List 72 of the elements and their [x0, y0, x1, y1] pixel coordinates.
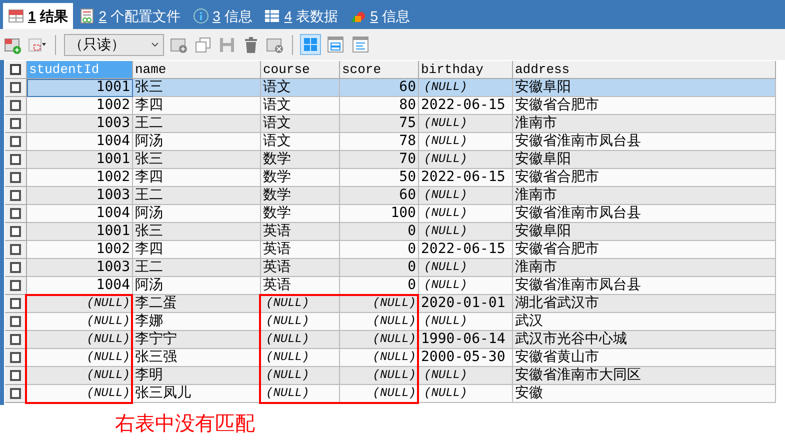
table-row[interactable]: (NULL) 李娜 (NULL) (NULL) (NULL) 武汉 [5, 313, 776, 331]
table-cell: (NULL) [261, 385, 340, 403]
table-cell: 安徽 [513, 385, 776, 403]
add-row-icon[interactable] [4, 36, 22, 54]
table-row[interactable]: 1003 王二 英语 0 (NULL) 淮南市 [5, 259, 776, 277]
table-row[interactable]: (NULL) 张三强 (NULL) (NULL) 2000-05-30 安徽省黄山市 [5, 349, 776, 367]
row-checkbox[interactable] [10, 82, 21, 93]
row-checkbox[interactable] [10, 100, 21, 111]
table-row[interactable]: 1002 李四 语文 80 2022-06-15 安徽省合肥市 [5, 97, 776, 115]
row-checkbox[interactable] [10, 262, 21, 273]
form-view-icon[interactable] [326, 35, 345, 54]
tab[interactable]: 5 信息 [344, 3, 416, 29]
row-checkbox[interactable] [10, 334, 21, 345]
table-row[interactable]: (NULL) 李宁宁 (NULL) (NULL) 1990-06-14 武汉市光谷中心城 [5, 331, 776, 349]
table-row[interactable]: 1003 王二 数学 60 (NULL) 淮南市 [5, 187, 776, 205]
tab[interactable]: 1 结果 [3, 3, 73, 29]
table-row[interactable]: 1004 阿汤 英语 0 (NULL) 安徽省淮南市凤台县 [5, 277, 776, 295]
document-icon [78, 8, 95, 24]
table-icon [8, 8, 24, 24]
copy-icon[interactable] [194, 36, 212, 54]
row-checkbox[interactable] [10, 190, 21, 201]
row-checkbox[interactable] [10, 208, 21, 219]
info-icon [192, 8, 209, 24]
mode-dropdown[interactable]: （只读） [64, 34, 164, 56]
table-cell: (NULL) [27, 385, 133, 403]
tab[interactable]: 4 表数据 [258, 3, 344, 29]
table-cell: (NULL) [419, 385, 513, 403]
row-checkbox[interactable] [10, 352, 21, 363]
annotation-text: 右表中没有匹配 [115, 410, 255, 437]
table-cell: 张三凤儿 [133, 385, 261, 403]
table-cell: 1001 [27, 79, 133, 97]
trash-icon[interactable] [242, 36, 260, 54]
row-checkbox[interactable] [10, 316, 21, 327]
row-checkbox[interactable] [10, 388, 21, 399]
table-row[interactable]: 1002 李四 英语 0 2022-06-15 安徽省合肥市 [5, 241, 776, 259]
table-row[interactable]: 1004 阿汤 数学 100 (NULL) 安徽省淮南市凤台县 [5, 205, 776, 223]
text-view-icon[interactable] [351, 35, 370, 54]
tab[interactable]: 2 个配置文件 [72, 3, 187, 29]
row-checkbox[interactable] [10, 370, 21, 381]
table-cell: (NULL) [340, 385, 419, 403]
table-cell: 0 [340, 277, 419, 295]
table-row[interactable]: 1004 阿汤 语文 78 (NULL) 安徽省淮南市凤台县 [5, 133, 776, 151]
table-row[interactable]: 1001 张三 语文 60 (NULL) 安徽阜阳 [5, 79, 776, 97]
table-row[interactable]: (NULL) 李明 (NULL) (NULL) (NULL) 安徽省淮南市大同区 [5, 367, 776, 385]
row-checkbox[interactable] [10, 118, 21, 129]
column-header[interactable]: course [261, 61, 340, 79]
table-row[interactable]: 1001 张三 数学 70 (NULL) 安徽阜阳 [5, 151, 776, 169]
insert-row-icon[interactable] [170, 36, 188, 54]
row-checkbox[interactable] [10, 154, 21, 165]
tab[interactable]: 3 信息 [186, 3, 258, 29]
select-all-checkbox[interactable] [10, 64, 21, 75]
delete-row-icon[interactable] [266, 36, 284, 54]
row-checkbox[interactable] [10, 244, 21, 255]
table-cell: 英语 [261, 277, 340, 295]
table-row[interactable]: 1003 王二 语文 75 (NULL) 淮南市 [5, 115, 776, 133]
grid-icon [264, 8, 280, 24]
table-row[interactable]: (NULL) 张三凤儿 (NULL) (NULL) (NULL) 安徽 [5, 385, 776, 403]
row-checkbox[interactable] [10, 280, 21, 291]
table-cell: 1004 [27, 277, 133, 295]
row-checkbox[interactable] [10, 136, 21, 147]
table-row[interactable]: (NULL) 李二蛋 (NULL) (NULL) 2020-01-01 湖北省武汉市 [5, 295, 776, 313]
table-row[interactable]: 1002 李四 数学 50 2022-06-15 安徽省合肥市 [5, 169, 776, 187]
column-header[interactable]: birthday [419, 61, 513, 79]
row-checkbox[interactable] [10, 172, 21, 183]
column-header[interactable]: name [133, 61, 261, 79]
chevron-icon [151, 42, 159, 48]
row-checkbox[interactable] [10, 298, 21, 309]
column-header[interactable]: score [340, 61, 419, 79]
column-header[interactable]: address [513, 61, 776, 79]
table-row[interactable]: 1001 张三 英语 0 (NULL) 安徽阜阳 [5, 223, 776, 241]
grid-dropdown-icon[interactable] [28, 36, 47, 54]
row-checkbox[interactable] [10, 226, 21, 237]
